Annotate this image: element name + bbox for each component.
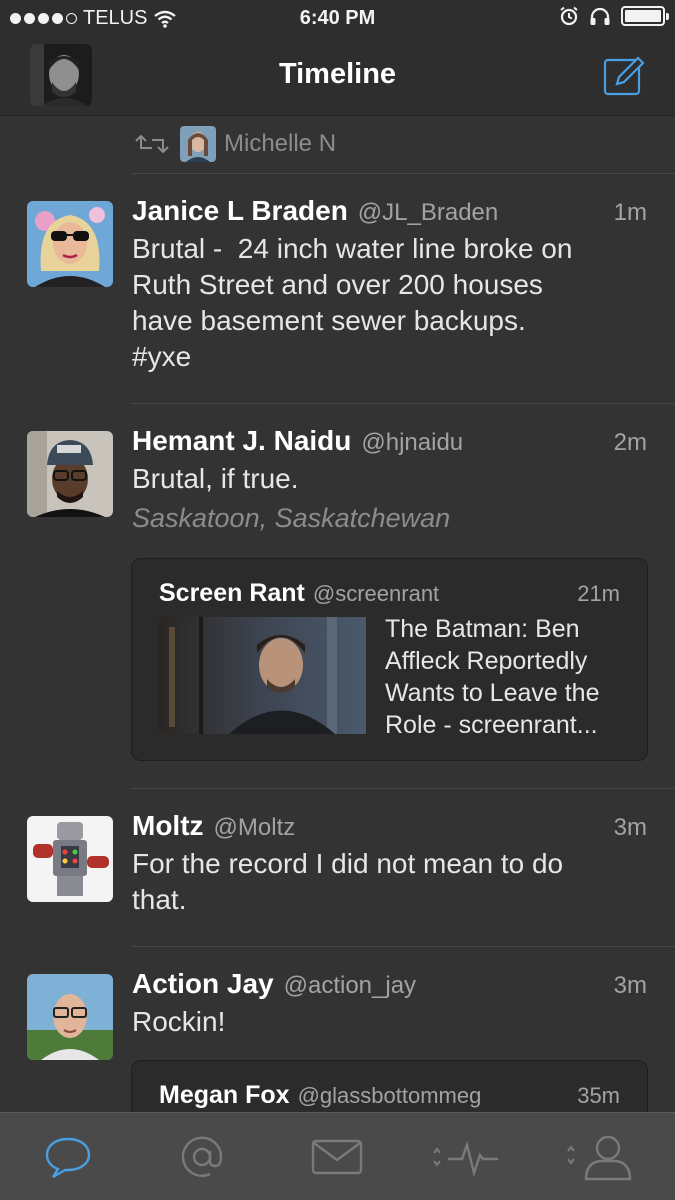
tweet-header: Hemant J. Naidu @hjnaidu 2m <box>132 425 647 457</box>
tab-bar <box>0 1112 675 1200</box>
tweet[interactable]: Action Jay @action_jay 3m Rockin! Megan … <box>0 946 675 1112</box>
tweet-author-handle[interactable]: @hjnaidu <box>361 429 613 457</box>
tweet-text: Brutal - 24 inch water line broke on Rut… <box>132 231 655 375</box>
tweet-header: Action Jay @action_jay 3m <box>132 968 647 1000</box>
tweet-timestamp: 3m <box>613 972 647 999</box>
tweet[interactable]: Hemant J. Naidu @hjnaidu 2m Brutal, if t… <box>0 403 675 788</box>
tweet-author-handle[interactable]: @action_jay <box>284 972 614 1000</box>
avatar[interactable] <box>27 201 113 287</box>
tab-timeline[interactable] <box>38 1131 98 1183</box>
activity-pulse-icon <box>433 1140 498 1178</box>
quoted-author-name: Screen Rant <box>159 579 305 607</box>
tweet-text-line: For the record I did not mean to do <box>132 848 564 879</box>
tweet[interactable]: Moltz @Moltz 3m For the record I did not… <box>0 788 675 946</box>
avatar[interactable] <box>27 974 113 1060</box>
tweet-author-handle[interactable]: @Moltz <box>214 814 614 842</box>
tweet[interactable]: Janice L Braden @JL_Braden 1m Brutal - 2… <box>0 173 675 403</box>
quoted-author-handle: @glassbottommeg <box>297 1083 482 1108</box>
divider <box>132 788 675 789</box>
tweet-text-line: have basement sewer backups. <box>132 305 526 336</box>
timeline-list[interactable]: Michelle N Janice L Braden @JL_Braden 1m <box>0 116 675 1112</box>
divider <box>132 173 675 174</box>
tweet-timestamp: 2m <box>613 429 647 456</box>
status-bar: TELUS 6:40 PM <box>0 0 675 38</box>
retweet-icon <box>135 134 169 154</box>
tweet-header: Moltz @Moltz 3m <box>132 810 647 842</box>
tab-messages[interactable] <box>307 1131 367 1183</box>
link-preview-line: Wants to Leave the <box>385 679 600 707</box>
page-title: Timeline <box>278 58 397 90</box>
avatar[interactable] <box>27 431 113 517</box>
quoted-author-handle: @screenrant <box>312 581 440 606</box>
chat-bubble-icon <box>45 1137 91 1179</box>
hashtag-link[interactable]: #yxe <box>132 339 655 375</box>
quoted-tweet-header: Megan Fox @glassbottommeg 35m <box>159 1081 620 1110</box>
status-right <box>559 6 669 26</box>
tweet-text: For the record I did not mean to do that… <box>132 846 655 918</box>
tweet-author-name[interactable]: Moltz <box>132 810 204 842</box>
tweet-author-name[interactable]: Action Jay <box>132 968 274 1000</box>
link-preview-image[interactable] <box>159 617 366 734</box>
quoted-tweet-header: Screen Rant @screenrant 21m <box>159 579 620 608</box>
quoted-tweet-card[interactable]: Screen Rant @screenrant 21m The Batman: … <box>131 558 648 761</box>
avatar[interactable] <box>27 816 113 902</box>
tweet-text: Rockin! <box>132 1004 655 1040</box>
compose-icon[interactable] <box>603 54 645 96</box>
nav-bar: Timeline <box>0 38 675 116</box>
tweet-author-name[interactable]: Janice L Braden <box>132 195 348 227</box>
quoted-tweet-card[interactable]: Megan Fox @glassbottommeg 35m <box>131 1060 648 1112</box>
tweet-timestamp: 1m <box>613 199 647 226</box>
tab-mentions[interactable] <box>172 1131 232 1183</box>
tab-activity[interactable] <box>432 1131 502 1183</box>
alarm-icon <box>560 6 578 26</box>
tweet-text: Brutal, if true. <box>132 461 655 497</box>
tweet-text-line: that. <box>132 884 187 915</box>
tweet-location[interactable]: Saskatoon, Saskatchewan <box>132 503 450 534</box>
tab-profile[interactable] <box>566 1131 636 1183</box>
tweet-author-name[interactable]: Hemant J. Naidu <box>132 425 351 457</box>
quoted-timestamp: 35m <box>577 1083 620 1108</box>
tweet-header: Janice L Braden @JL_Braden 1m <box>132 195 647 227</box>
retweeter-avatar <box>180 126 216 162</box>
battery-icon <box>621 6 669 26</box>
tweet-text-line: Ruth Street and over 200 houses <box>132 269 543 300</box>
link-preview-title: The Batman: Ben Affleck Reportedly Wants… <box>385 613 627 741</box>
link-preview-line: Affleck Reportedly <box>385 647 588 675</box>
link-preview-line: Role - screenrant... <box>385 711 598 739</box>
quoted-author-name: Megan Fox <box>159 1081 290 1109</box>
link-preview-line: The Batman: Ben <box>385 615 580 643</box>
mentions-at-icon <box>181 1136 223 1177</box>
headphones-icon <box>590 7 610 25</box>
quoted-timestamp: 21m <box>577 581 620 606</box>
retweeter-name: Michelle N <box>224 130 337 157</box>
tweet-timestamp: 3m <box>613 814 647 841</box>
divider <box>132 946 675 947</box>
divider <box>132 403 675 404</box>
messages-envelope-icon <box>311 1139 363 1175</box>
tweet-text-line: Brutal, if true. <box>132 463 299 494</box>
tweet-text-line: Rockin! <box>132 1006 226 1037</box>
tweet-author-handle[interactable]: @JL_Braden <box>358 199 614 227</box>
retweet-context[interactable]: Michelle N <box>132 116 336 172</box>
tweet-text-line: Brutal - 24 inch water line broke on <box>132 233 573 264</box>
profile-person-icon <box>567 1135 632 1181</box>
